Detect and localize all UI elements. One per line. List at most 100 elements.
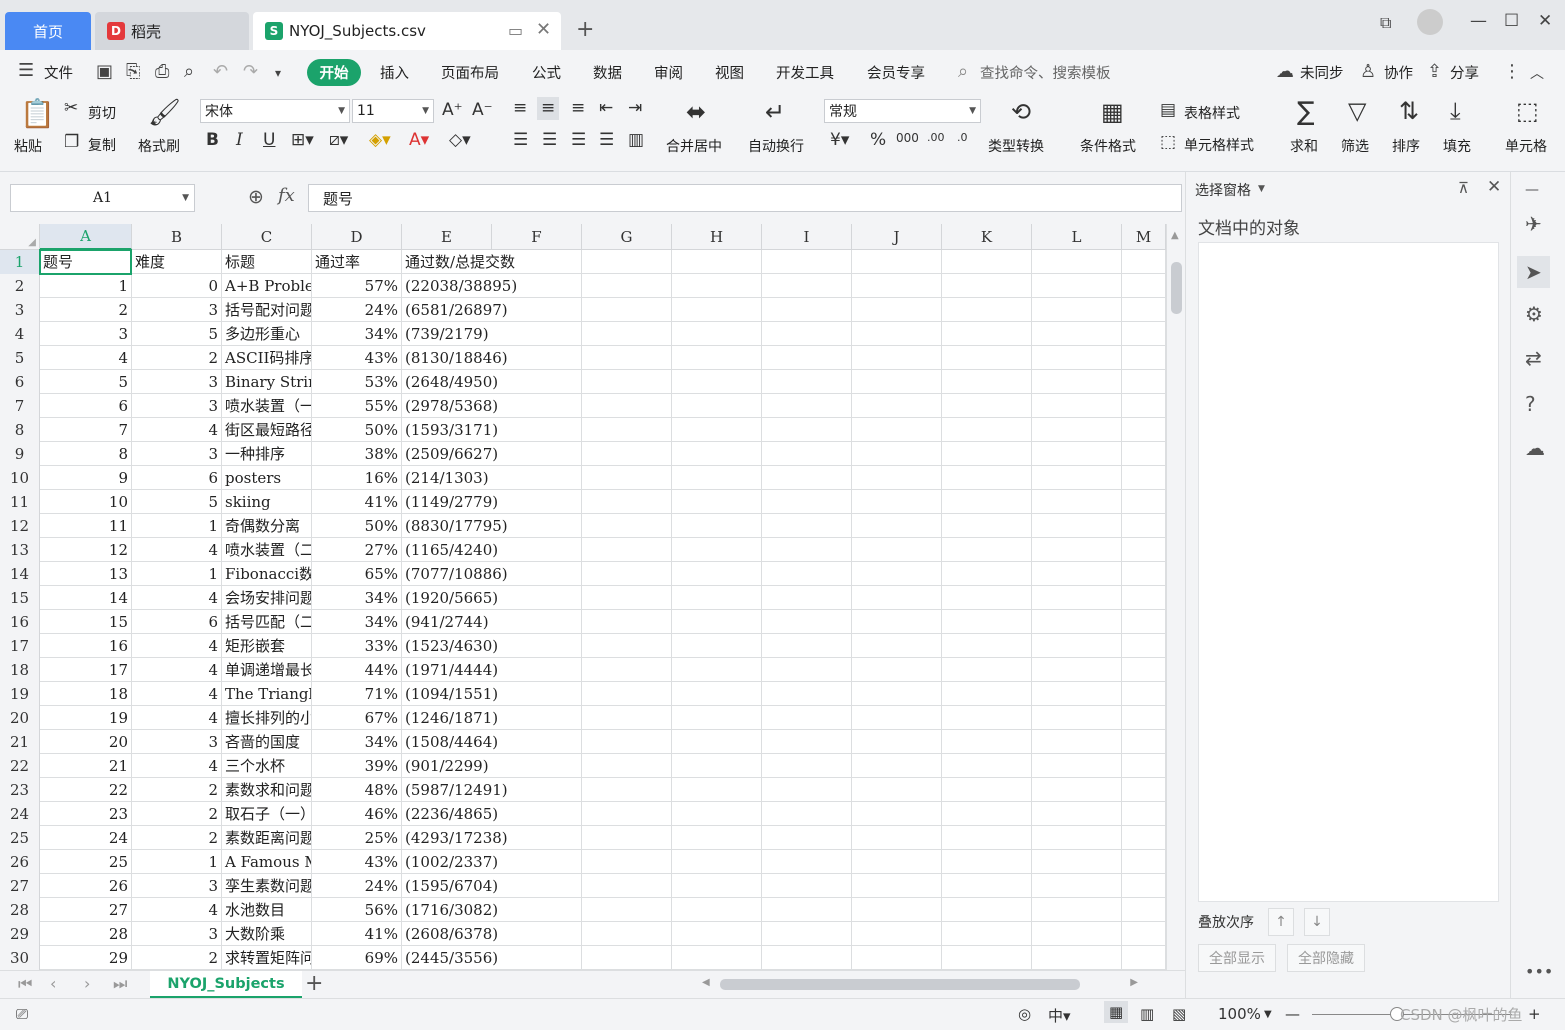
menu-data[interactable]: 数据 [593, 62, 622, 83]
help-icon[interactable]: ? [1525, 392, 1536, 416]
cell[interactable] [1122, 346, 1166, 370]
cell[interactable] [852, 586, 942, 610]
cell[interactable] [762, 250, 852, 274]
settings-sliders-icon[interactable]: ⚙ [1525, 302, 1543, 326]
cell[interactable]: 65% [312, 562, 402, 586]
cell[interactable] [1032, 490, 1122, 514]
cell[interactable]: 会场安排问题 [222, 586, 312, 610]
cell[interactable]: (2509/6627) [402, 442, 582, 466]
cell[interactable] [852, 250, 942, 274]
cell[interactable] [762, 946, 852, 970]
align-left-icon[interactable]: ☰ [513, 132, 528, 149]
selection-pane-title[interactable]: 选择窗格 [1195, 180, 1251, 200]
cell[interactable]: 24% [312, 298, 402, 322]
cell[interactable] [582, 658, 672, 682]
cell[interactable] [582, 730, 672, 754]
cell[interactable]: 3 [40, 322, 132, 346]
cell[interactable] [1122, 730, 1166, 754]
cell[interactable] [852, 682, 942, 706]
cell[interactable]: 1 [132, 514, 222, 538]
cell[interactable] [672, 418, 762, 442]
cell[interactable] [582, 874, 672, 898]
cell[interactable] [1122, 682, 1166, 706]
chevron-down-icon[interactable]: ▾ [275, 66, 281, 80]
more-options-icon[interactable]: ••• [1525, 962, 1553, 981]
cell[interactable] [942, 730, 1032, 754]
cell[interactable]: (4293/17238) [402, 826, 582, 850]
filter-button[interactable]: 筛选 [1341, 136, 1369, 156]
cell[interactable] [1122, 418, 1166, 442]
cell[interactable]: 1 [132, 850, 222, 874]
cell[interactable] [942, 778, 1032, 802]
menu-start[interactable]: 开始 [307, 59, 361, 86]
cell[interactable] [582, 514, 672, 538]
cell[interactable] [852, 730, 942, 754]
cell[interactable] [1122, 874, 1166, 898]
menu-member[interactable]: 会员专享 [867, 62, 925, 83]
cell[interactable]: 53% [312, 370, 402, 394]
format-painter-button[interactable]: 格式刷 [138, 136, 180, 156]
cell[interactable] [1032, 946, 1122, 970]
cell[interactable]: 55% [312, 394, 402, 418]
column-header-l[interactable]: L [1032, 224, 1122, 250]
font-name-select[interactable]: 宋体 ▼ [200, 99, 350, 123]
column-header-b[interactable]: B [132, 224, 222, 250]
cell-format-icon[interactable]: ⧄▾ [329, 132, 348, 149]
cell[interactable]: 取石子（一） [222, 802, 312, 826]
cell[interactable] [672, 682, 762, 706]
cell[interactable] [1032, 322, 1122, 346]
cell[interactable]: 2 [132, 946, 222, 970]
cell[interactable] [942, 250, 1032, 274]
cell[interactable] [672, 298, 762, 322]
cell[interactable] [942, 922, 1032, 946]
cell[interactable] [1122, 562, 1166, 586]
formula-input[interactable]: 题号 [308, 184, 1182, 212]
row-header[interactable]: 10 [0, 466, 40, 490]
cell[interactable]: 擅长排列的小明 [222, 706, 312, 730]
cell[interactable] [942, 898, 1032, 922]
row-header[interactable]: 16 [0, 610, 40, 634]
row-header[interactable]: 22 [0, 754, 40, 778]
column-header-e[interactable]: E [402, 224, 492, 250]
cell[interactable]: 2 [132, 346, 222, 370]
column-header-f[interactable]: F [492, 224, 582, 250]
cell[interactable] [852, 850, 942, 874]
name-box[interactable]: A1 ▼ [10, 184, 195, 212]
cell[interactable]: 2 [132, 826, 222, 850]
cell[interactable] [582, 682, 672, 706]
cell[interactable]: 18 [40, 682, 132, 706]
horizontal-scroll-thumb[interactable] [720, 979, 1080, 990]
cell[interactable] [762, 706, 852, 730]
cell[interactable] [672, 922, 762, 946]
cell[interactable] [1032, 346, 1122, 370]
cell[interactable]: (2978/5368) [402, 394, 582, 418]
tab-docer[interactable]: D 稻壳 [95, 12, 249, 50]
number-format-select[interactable]: 常规 ▼ [824, 99, 981, 123]
next-sheet-icon[interactable]: › [84, 974, 90, 993]
cell[interactable]: 34% [312, 322, 402, 346]
export-pdf-icon[interactable]: ⎘ [126, 61, 140, 82]
currency-icon[interactable]: ¥▾ [830, 132, 849, 149]
cell[interactable]: 16 [40, 634, 132, 658]
cell[interactable]: (22038/38895) [402, 274, 582, 298]
page-layout-view-icon[interactable]: ▥ [1140, 1005, 1154, 1023]
close-window-icon[interactable]: ✕ [1538, 11, 1552, 31]
cell[interactable]: 3 [132, 370, 222, 394]
row-header[interactable]: 5 [0, 346, 40, 370]
horizontal-scrollbar[interactable]: ◀ ▶ [700, 977, 1140, 992]
cell[interactable] [852, 466, 942, 490]
menu-review[interactable]: 审阅 [654, 62, 683, 83]
cell[interactable]: 21 [40, 754, 132, 778]
indent-decrease-icon[interactable]: ⇤ [599, 100, 613, 117]
cell[interactable] [852, 898, 942, 922]
cell[interactable] [852, 274, 942, 298]
cell[interactable] [762, 898, 852, 922]
row-header[interactable]: 20 [0, 706, 40, 730]
row-header[interactable]: 18 [0, 658, 40, 682]
cell[interactable] [1122, 634, 1166, 658]
cell[interactable] [1032, 514, 1122, 538]
cell[interactable] [852, 706, 942, 730]
cell[interactable] [1032, 418, 1122, 442]
cell[interactable] [762, 562, 852, 586]
zoom-in-icon[interactable]: + [1528, 1005, 1541, 1023]
